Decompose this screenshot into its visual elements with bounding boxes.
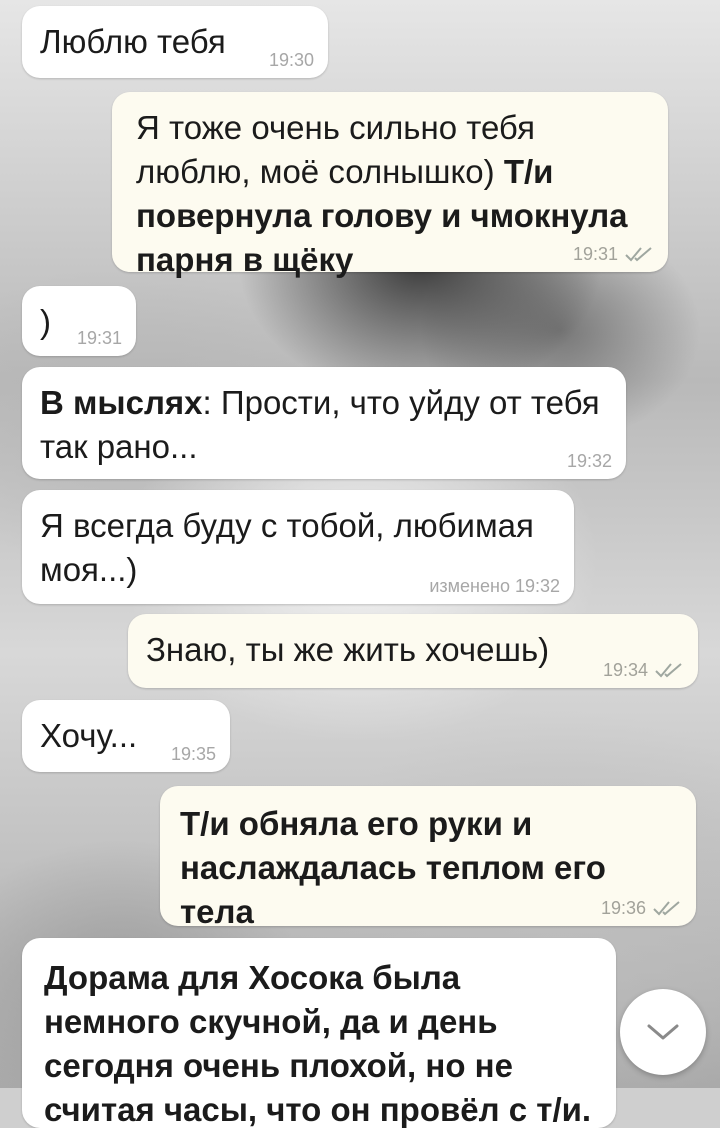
- message-time-label: 19:34: [602, 660, 648, 680]
- message-time-label: 19:35: [170, 744, 216, 764]
- message-time-label: 19:31: [76, 328, 122, 348]
- message-incoming[interactable]: Дорама для Хосока была немного скучной, …: [22, 938, 616, 1128]
- message-text-action: Дорама для Хосока была немного скучной, …: [44, 959, 592, 1128]
- message-incoming[interactable]: Хочу... 19:35: [22, 700, 230, 772]
- message-outgoing[interactable]: Т/и обняла его руки и наслаждалась тепло…: [160, 786, 696, 930]
- message-text: Знаю, ты же жить хочешь): [146, 631, 550, 668]
- message-text-plain: Я тоже очень сильно тебя люблю, моё солн…: [136, 109, 535, 190]
- double-check-icon: [653, 901, 680, 916]
- message-outgoing[interactable]: Знаю, ты же жить хочешь) 19:34: [128, 614, 698, 688]
- message-incoming[interactable]: Люблю тебя 19:30: [22, 6, 328, 78]
- message-outgoing[interactable]: Я тоже очень сильно тебя люблю, моё солн…: [112, 92, 668, 278]
- message-incoming[interactable]: Я всегда буду с тобой, любимая моя...) и…: [22, 490, 574, 604]
- message-time-label: 19:31: [572, 244, 618, 264]
- message-time: 19:30: [269, 50, 314, 70]
- chevron-down-icon: [647, 1024, 679, 1040]
- message-time: 19:32: [567, 451, 612, 471]
- message-time-label: 19:36: [600, 898, 646, 918]
- message-time-label: 19:32: [566, 451, 612, 471]
- double-check-icon: [655, 663, 682, 678]
- message-time: 19:34: [603, 660, 684, 680]
- message-time: 19:31: [573, 244, 654, 264]
- message-time-label: изменено 19:32: [429, 576, 560, 596]
- message-text-label: В мыслях: [40, 384, 203, 421]
- message-time: 19:31: [77, 328, 122, 348]
- message-time: 19:35: [171, 744, 216, 764]
- message-time: 19:36: [601, 898, 682, 918]
- message-time: изменено 19:32: [429, 576, 560, 596]
- message-incoming[interactable]: ) 19:31: [22, 286, 136, 356]
- scroll-down-button[interactable]: [620, 989, 706, 1075]
- message-time-label: 19:30: [268, 50, 314, 70]
- double-check-icon: [625, 247, 652, 262]
- message-text: В мыслях: Прости, что уйду от тебя так р…: [40, 381, 600, 469]
- message-incoming[interactable]: В мыслях: Прости, что уйду от тебя так р…: [22, 367, 626, 479]
